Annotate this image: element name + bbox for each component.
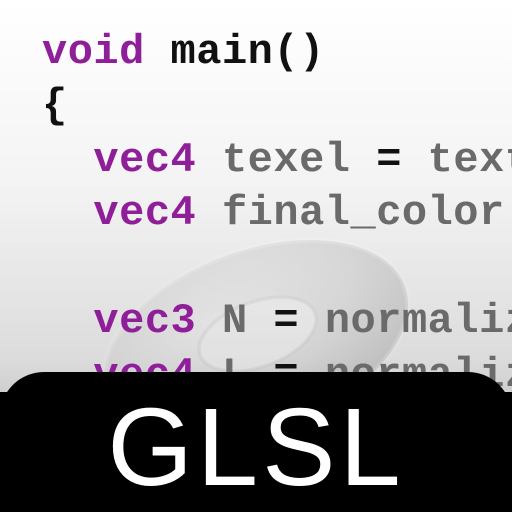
keyword-void: void [42, 28, 145, 76]
identifier-n: N [222, 297, 248, 345]
label-text-glsl: GLSL [0, 382, 512, 512]
identifier-normalize: normalize [325, 297, 512, 345]
identifier-texture-truncated: textu [428, 136, 512, 184]
code-line-5: vec3 N = normalize [42, 297, 512, 345]
keyword-vec4: vec4 [93, 136, 196, 184]
code-blank-line [42, 243, 68, 291]
code-snippet: void main() { vec4 texel = textu vec4 fi… [42, 26, 512, 402]
app-icon-canvas: void main() { vec4 texel = textu vec4 fi… [0, 0, 512, 512]
code-line-1: void main() [42, 28, 325, 76]
keyword-vec3: vec3 [93, 297, 196, 345]
code-line-2: { [42, 82, 68, 130]
identifier-final-color: final_color [222, 189, 505, 237]
open-brace: { [42, 82, 68, 130]
code-line-4: vec4 final_color = [42, 189, 512, 237]
keyword-vec4: vec4 [93, 189, 196, 237]
function-main: main [171, 28, 274, 76]
code-line-3: vec4 texel = textu [42, 136, 512, 184]
identifier-texel: texel [222, 136, 351, 184]
